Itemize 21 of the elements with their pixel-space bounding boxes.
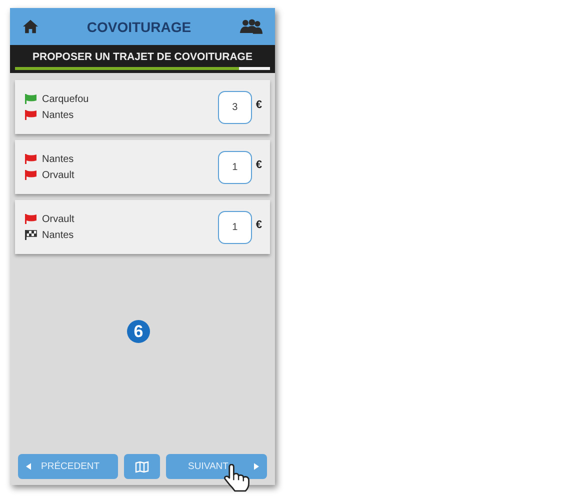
currency-label: € (256, 159, 262, 171)
home-icon[interactable] (22, 19, 39, 34)
people-icon[interactable] (238, 18, 263, 35)
place-name: Orvault (42, 214, 74, 224)
right-arrow-icon (254, 463, 259, 470)
place-name: Nantes (42, 230, 74, 240)
price-field[interactable]: 3 (218, 90, 252, 124)
currency-label: € (256, 219, 262, 231)
currency-label: € (256, 99, 262, 111)
price-field[interactable]: 1 (218, 150, 252, 184)
step-number-badge: 6 (127, 320, 150, 343)
place-name: Carquefou (42, 94, 89, 104)
place-name: Nantes (42, 110, 74, 120)
price-field[interactable]: 1 (218, 210, 252, 244)
place-name: Nantes (42, 154, 74, 164)
map-icon (135, 460, 149, 472)
left-arrow-icon (26, 463, 31, 470)
app-title: COVOITURAGE (86, 18, 192, 34)
map-button[interactable] (124, 454, 160, 479)
place-name: Orvault (42, 170, 74, 180)
step-title: PROPOSER UN TRAJET DE COVOITURAGE (32, 51, 252, 63)
